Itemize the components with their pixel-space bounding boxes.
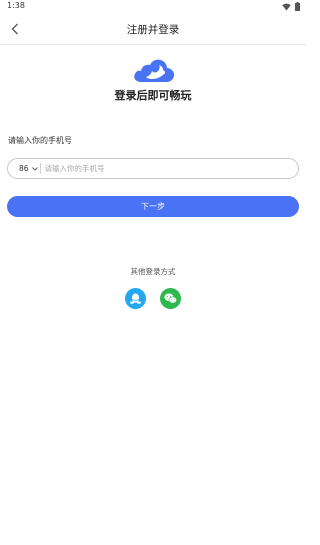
wifi-icon — [282, 3, 291, 10]
other-login-label: 其他登录方式 — [130, 267, 176, 276]
wechat-icon — [164, 293, 177, 304]
status-icons — [282, 2, 300, 11]
slogan: 登录后即可畅玩 — [114, 89, 192, 102]
battery-icon — [295, 2, 300, 11]
header: 注册并登录 — [0, 14, 306, 45]
country-code-select[interactable]: 86 — [19, 164, 38, 173]
chevron-down-icon — [31, 166, 38, 171]
phone-input[interactable] — [43, 160, 264, 177]
page-title: 注册并登录 — [126, 24, 180, 36]
next-button[interactable]: 下一步 — [7, 196, 299, 217]
phone-prompt: 请输入你的手机号 — [8, 136, 72, 145]
qq-icon — [130, 292, 141, 304]
status-bar: 1:38 — [0, 0, 306, 14]
wechat-login-button[interactable] — [160, 288, 181, 309]
country-code-value: 86 — [19, 164, 29, 173]
field-divider — [39, 163, 41, 174]
cloud-bird-logo-icon — [134, 59, 175, 82]
status-time: 1:38 — [7, 1, 25, 10]
phone-field: 86 — [7, 158, 299, 179]
qq-login-button[interactable] — [125, 288, 146, 309]
